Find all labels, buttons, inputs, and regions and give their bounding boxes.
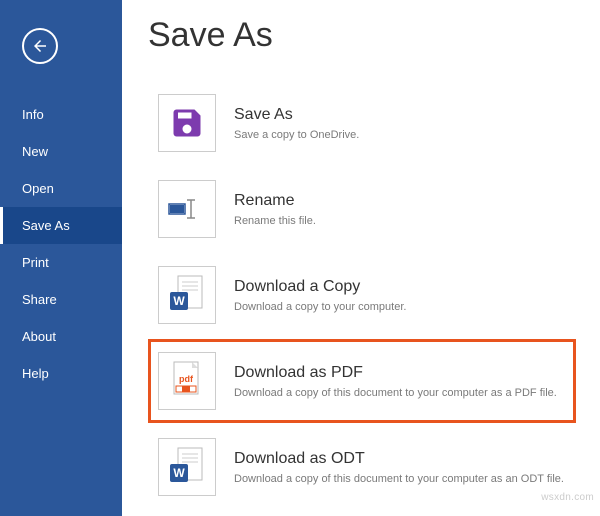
sidebar-item-about[interactable]: About xyxy=(0,318,122,355)
word-doc-icon: W xyxy=(158,266,216,324)
option-title: Rename xyxy=(234,192,316,210)
sidebar-item-label: Help xyxy=(22,366,49,381)
option-text: Download a Copy Download a copy to your … xyxy=(234,278,406,313)
sidebar-item-help[interactable]: Help xyxy=(0,355,122,392)
sidebar-item-label: Open xyxy=(22,181,54,196)
option-title: Download as ODT xyxy=(234,450,564,468)
back-button[interactable] xyxy=(22,28,58,64)
pdf-doc-icon: pdf xyxy=(158,352,216,410)
watermark: wsxdn.com xyxy=(541,492,594,503)
sidebar-item-label: Share xyxy=(22,292,57,307)
option-title: Save As xyxy=(234,106,359,124)
option-desc: Download a copy of this document to your… xyxy=(234,387,557,399)
option-text: Save As Save a copy to OneDrive. xyxy=(234,106,359,141)
sidebar-item-label: About xyxy=(22,329,56,344)
sidebar-item-new[interactable]: New xyxy=(0,133,122,170)
option-rename[interactable]: Rename Rename this file. xyxy=(148,167,576,251)
sidebar-item-label: Info xyxy=(22,107,44,122)
svg-text:W: W xyxy=(173,466,185,480)
app-container: Info New Open Save As Print Share About … xyxy=(0,0,600,516)
odt-doc-icon: W xyxy=(158,438,216,496)
option-desc: Download a copy to your computer. xyxy=(234,301,406,313)
option-title: Download a Copy xyxy=(234,278,406,296)
sidebar-item-share[interactable]: Share xyxy=(0,281,122,318)
sidebar: Info New Open Save As Print Share About … xyxy=(0,0,122,516)
option-text: Download as ODT Download a copy of this … xyxy=(234,450,564,485)
sidebar-item-label: New xyxy=(22,144,48,159)
option-download-copy[interactable]: W Download a Copy Download a copy to you… xyxy=(148,253,576,337)
option-download-odt[interactable]: W Download as ODT Download a copy of thi… xyxy=(148,425,576,509)
option-desc: Download a copy of this document to your… xyxy=(234,473,564,485)
option-text: Download as PDF Download a copy of this … xyxy=(234,364,557,399)
sidebar-item-print[interactable]: Print xyxy=(0,244,122,281)
sidebar-item-label: Save As xyxy=(22,218,70,233)
save-icon xyxy=(158,94,216,152)
option-text: Rename Rename this file. xyxy=(234,192,316,227)
option-desc: Rename this file. xyxy=(234,215,316,227)
page-title: Save As xyxy=(148,16,576,55)
option-download-pdf[interactable]: pdf Download as PDF Download a copy of t… xyxy=(148,339,576,423)
svg-text:W: W xyxy=(173,294,185,308)
rename-icon xyxy=(158,180,216,238)
sidebar-item-saveas[interactable]: Save As xyxy=(0,207,122,244)
main-panel: Save As Save As Save a copy to OneDrive. xyxy=(122,0,600,516)
sidebar-item-open[interactable]: Open xyxy=(0,170,122,207)
option-saveas[interactable]: Save As Save a copy to OneDrive. xyxy=(148,81,576,165)
sidebar-item-info[interactable]: Info xyxy=(0,96,122,133)
svg-text:pdf: pdf xyxy=(179,374,194,384)
arrow-left-icon xyxy=(31,37,49,55)
option-desc: Save a copy to OneDrive. xyxy=(234,129,359,141)
sidebar-item-label: Print xyxy=(22,255,49,270)
option-title: Download as PDF xyxy=(234,364,557,382)
